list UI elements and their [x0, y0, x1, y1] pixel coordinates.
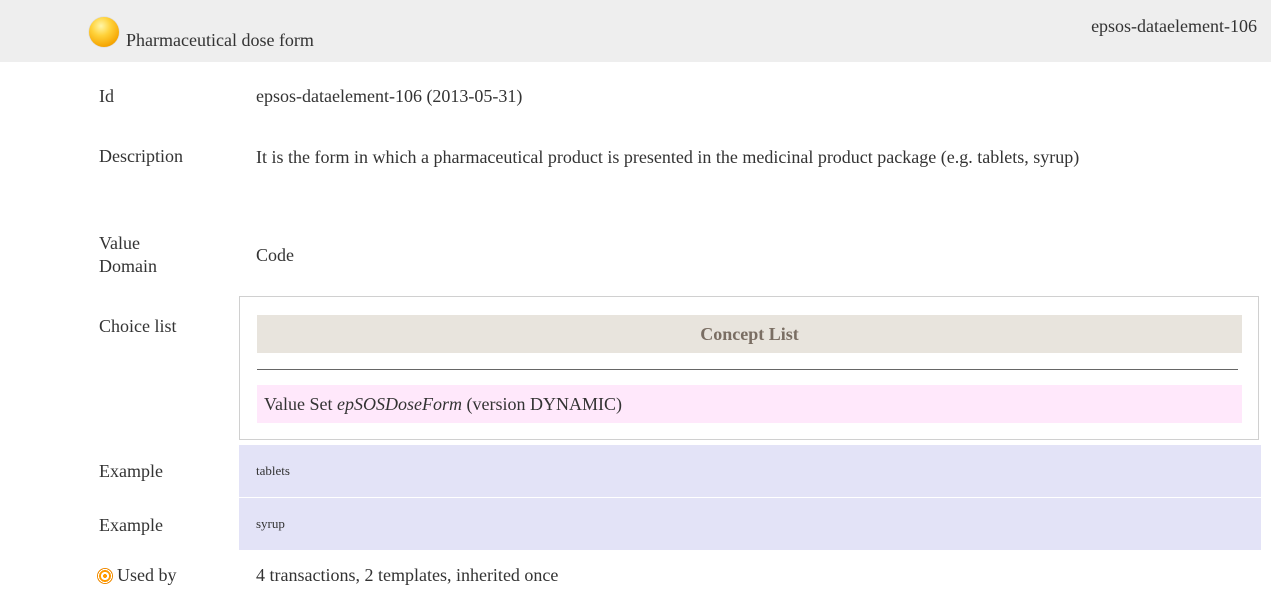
value-domain-value: Code: [256, 245, 294, 265]
value-set-version: (version DYNAMIC): [466, 394, 622, 414]
id-label: Id: [99, 86, 114, 106]
concept-list-heading: Concept List: [257, 315, 1242, 353]
example-value-1: tablets: [239, 445, 1261, 497]
id-value: epsos-dataelement-106 (2013-05-31): [256, 86, 523, 106]
header-id: epsos-dataelement-106: [1091, 16, 1257, 36]
description-label: Description: [99, 146, 183, 166]
status-circle-icon: [89, 17, 119, 47]
description-value: It is the form in which a pharmaceutical…: [256, 147, 1080, 167]
used-by-value[interactable]: 4 transactions, 2 templates, inherited o…: [256, 565, 558, 586]
value-set-row: Value Set epSOSDoseForm (version DYNAMIC…: [257, 385, 1242, 423]
example-label-2: Example: [99, 515, 163, 535]
value-domain-label: Value Domain: [99, 232, 157, 278]
value-set-prefix: Value Set: [264, 394, 333, 414]
concept-list-divider: [257, 369, 1238, 370]
example-value-2: syrup: [239, 498, 1261, 550]
page-title: Pharmaceutical dose form: [126, 30, 314, 50]
value-domain-label-line1: Value: [99, 233, 140, 253]
choice-list-box: Concept List Value Set epSOSDoseForm (ve…: [239, 296, 1259, 440]
example-label-1: Example: [99, 461, 163, 481]
value-set-name-link[interactable]: epSOSDoseForm: [337, 394, 462, 414]
used-by-label: Used by: [117, 565, 177, 585]
choice-list-label: Choice list: [99, 316, 177, 336]
target-icon: [97, 568, 113, 584]
value-domain-label-line2: Domain: [99, 256, 157, 276]
